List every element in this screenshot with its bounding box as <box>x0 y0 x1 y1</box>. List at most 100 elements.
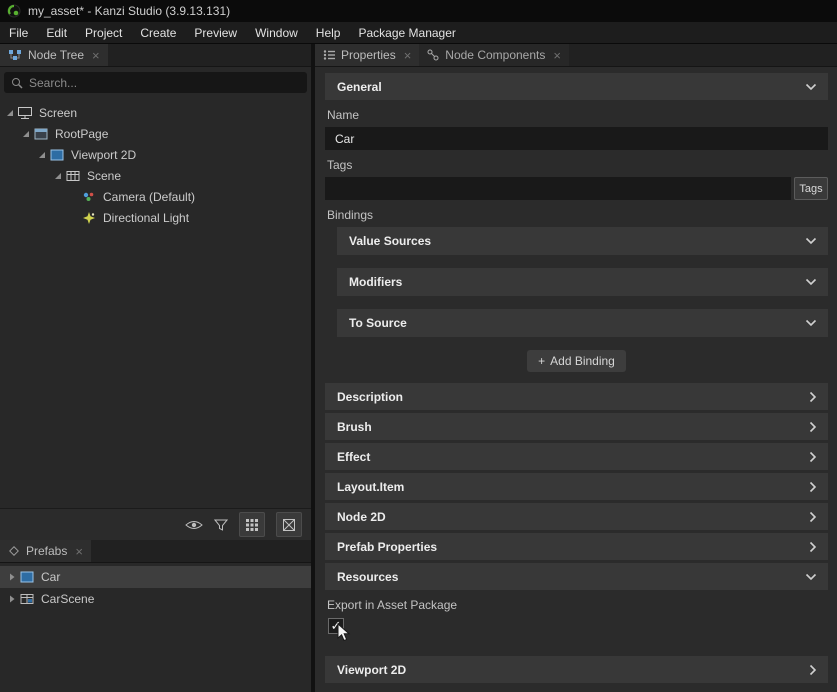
section-effect[interactable]: Effect <box>325 443 828 470</box>
bindings-label: Bindings <box>327 209 828 222</box>
tab-properties[interactable]: Properties × <box>315 44 419 66</box>
chevron-right-icon <box>809 421 817 433</box>
section-brush[interactable]: Brush <box>325 413 828 440</box>
screen-icon <box>16 106 34 120</box>
expander-icon[interactable] <box>52 172 64 180</box>
prefab-item-label: CarScene <box>41 592 94 606</box>
chevron-down-icon <box>805 319 817 327</box>
add-binding-label: Add Binding <box>550 354 615 368</box>
menu-edit[interactable]: Edit <box>37 22 76 43</box>
prefab-2d-icon <box>18 571 36 583</box>
tree-item-screen[interactable]: Screen <box>0 102 311 123</box>
section-viewport-2d[interactable]: Viewport 2D <box>325 656 828 683</box>
expander-icon[interactable] <box>20 130 32 138</box>
section-prefab-properties[interactable]: Prefab Properties <box>325 533 828 560</box>
prefab-scene-icon <box>18 593 36 605</box>
prefabs-tabstrip: Prefabs × <box>0 540 311 563</box>
tags-button[interactable]: Tags <box>794 177 828 200</box>
chevron-right-icon <box>809 664 817 676</box>
section-general[interactable]: General <box>325 73 828 100</box>
section-to-source[interactable]: To Source <box>337 309 828 337</box>
tab-node-components[interactable]: Node Components × <box>419 44 569 66</box>
properties-content: General Name Tags Tags Bindings Value So… <box>315 67 837 692</box>
prefab-item-label: Car <box>41 570 60 584</box>
app-icon <box>7 4 21 18</box>
tab-node-tree-label: Node Tree <box>28 48 84 62</box>
chevron-down-icon <box>805 573 817 581</box>
node-tree-icon <box>8 49 22 61</box>
chevron-right-icon <box>809 391 817 403</box>
menu-window[interactable]: Window <box>246 22 307 43</box>
chevron-right-icon <box>809 511 817 523</box>
filter-icon[interactable] <box>214 519 228 531</box>
menu-file[interactable]: File <box>0 22 37 43</box>
tree-item-label: Viewport 2D <box>71 148 136 162</box>
tree-item-camera[interactable]: Camera (Default) <box>0 186 311 207</box>
close-icon[interactable]: × <box>404 49 412 62</box>
tree-item-directional-light[interactable]: Directional Light <box>0 207 311 228</box>
expander-icon[interactable] <box>4 109 16 117</box>
menu-project[interactable]: Project <box>76 22 131 43</box>
titlebar: my_asset* - Kanzi Studio (3.9.13.131) <box>0 0 837 22</box>
chevron-right-icon <box>809 481 817 493</box>
name-input[interactable] <box>325 127 828 150</box>
close-icon[interactable]: × <box>92 49 100 62</box>
prefabs-icon <box>8 545 20 557</box>
grid-view-button[interactable] <box>239 512 265 537</box>
chevron-right-icon <box>809 541 817 553</box>
tree-item-scene[interactable]: Scene <box>0 165 311 186</box>
node-components-icon <box>427 49 439 61</box>
menu-package-manager[interactable]: Package Manager <box>349 22 464 43</box>
properties-icon <box>323 49 335 61</box>
tags-input[interactable] <box>325 177 791 200</box>
menu-help[interactable]: Help <box>307 22 350 43</box>
search-placeholder: Search... <box>29 76 77 90</box>
left-panel: Node Tree × Search... Screen RootPage <box>0 44 315 692</box>
tree-item-label: Screen <box>39 106 77 120</box>
expander-icon[interactable] <box>36 151 48 159</box>
tab-prefabs-label: Prefabs <box>26 544 67 558</box>
properties-tabstrip: Properties × Node Components × <box>315 44 837 67</box>
page-icon <box>32 128 50 140</box>
tab-node-tree[interactable]: Node Tree × <box>0 44 108 66</box>
section-resources[interactable]: Resources <box>325 563 828 590</box>
chevron-down-icon <box>805 237 817 245</box>
section-layout-item[interactable]: Layout.Item <box>325 473 828 500</box>
prefab-item-carscene[interactable]: CarScene <box>0 588 311 610</box>
section-value-sources[interactable]: Value Sources <box>337 227 828 255</box>
tab-prefabs[interactable]: Prefabs × <box>0 540 91 562</box>
tree-item-label: Directional Light <box>103 211 189 225</box>
section-node-2d[interactable]: Node 2D <box>325 503 828 530</box>
node-tree: Screen RootPage Viewport 2D Scene Camera <box>0 98 311 508</box>
tree-item-label: Camera (Default) <box>103 190 195 204</box>
name-label: Name <box>327 109 828 122</box>
isolate-box-icon[interactable] <box>276 512 302 537</box>
visibility-eye-icon[interactable] <box>185 519 203 531</box>
add-binding-button[interactable]: + Add Binding <box>527 350 626 372</box>
plus-icon: + <box>538 354 545 368</box>
scene-icon <box>64 170 82 182</box>
tree-item-rootpage[interactable]: RootPage <box>0 123 311 144</box>
directional-light-icon <box>80 212 98 224</box>
tree-item-label: Scene <box>87 169 121 183</box>
prefab-item-car[interactable]: Car <box>0 566 311 588</box>
node-tree-toolbar <box>0 508 311 540</box>
expander-icon[interactable] <box>6 595 18 603</box>
menu-preview[interactable]: Preview <box>185 22 246 43</box>
search-icon <box>11 77 23 89</box>
chevron-right-icon <box>809 451 817 463</box>
chevron-down-icon <box>805 83 817 91</box>
camera-icon <box>80 191 98 203</box>
section-description[interactable]: Description <box>325 383 828 410</box>
search-input[interactable]: Search... <box>4 72 307 93</box>
tree-item-viewport-2d[interactable]: Viewport 2D <box>0 144 311 165</box>
close-icon[interactable]: × <box>75 545 83 558</box>
expander-icon[interactable] <box>6 573 18 581</box>
close-icon[interactable]: × <box>553 49 561 62</box>
node-tree-tabstrip: Node Tree × <box>0 44 311 67</box>
menu-create[interactable]: Create <box>131 22 185 43</box>
viewport-icon <box>48 149 66 161</box>
tab-properties-label: Properties <box>341 48 396 62</box>
tags-label: Tags <box>327 159 828 172</box>
section-modifiers[interactable]: Modifiers <box>337 268 828 296</box>
